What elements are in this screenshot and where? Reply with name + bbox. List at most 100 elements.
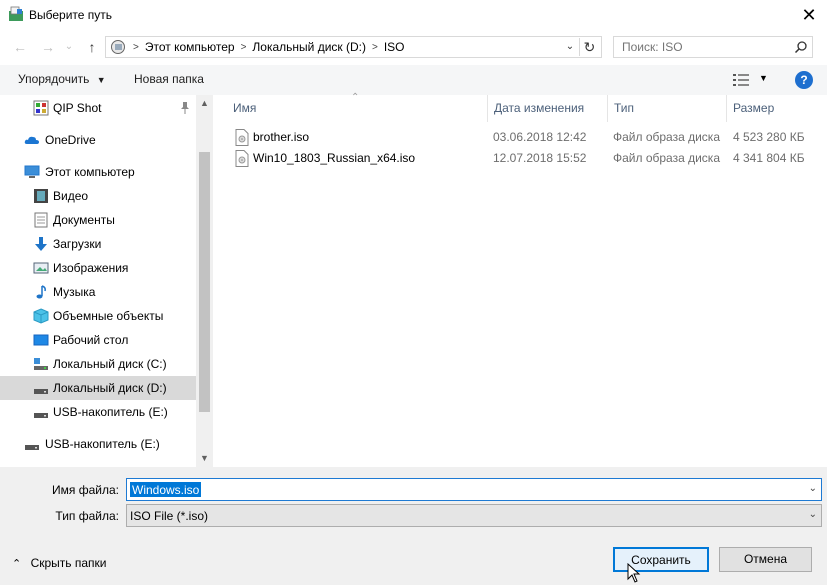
file-size: 4 341 804 КБ xyxy=(733,151,805,165)
sidebar-item-drive-d[interactable]: Локальный диск (D:) xyxy=(0,376,196,400)
disc-image-file-icon xyxy=(235,129,249,146)
breadcrumb-drive-d[interactable]: Локальный диск (D:) xyxy=(252,40,366,54)
sidebar-item-usb-e[interactable]: USB-накопитель (E:) xyxy=(0,400,196,424)
close-button[interactable]: ✕ xyxy=(791,0,827,30)
sidebar-item-video[interactable]: Видео xyxy=(0,184,196,208)
navigation-pane: QIP Shot OneDrive Этот компьютер Видео Д… xyxy=(0,95,196,467)
breadcrumb-this-pc[interactable]: Этот компьютер xyxy=(145,40,235,54)
up-arrow-icon: ↑ xyxy=(88,39,96,55)
file-type: Файл образа диска xyxy=(613,151,720,165)
table-row[interactable]: brother.iso 03.06.2018 12:42 Файл образа… xyxy=(233,127,823,148)
hide-folders-button[interactable]: ⌃ Скрыть папки xyxy=(12,556,106,570)
column-header-label: Тип xyxy=(614,101,635,115)
pin-icon[interactable] xyxy=(180,102,190,114)
desktop-icon xyxy=(33,334,49,346)
sidebar-item-label: Документы xyxy=(53,213,115,227)
computer-icon xyxy=(24,165,40,178)
file-size: 4 523 280 КБ xyxy=(733,130,805,144)
sidebar-item-label: OneDrive xyxy=(45,133,96,147)
column-header-name[interactable]: Имя xyxy=(227,95,488,122)
search-icon xyxy=(794,41,807,54)
3d-objects-icon xyxy=(33,308,49,324)
documents-icon xyxy=(34,212,48,228)
chevron-down-icon[interactable]: ⌄ xyxy=(809,483,817,494)
column-header-type[interactable]: Тип xyxy=(608,95,727,122)
cancel-button[interactable]: Отмена xyxy=(719,547,812,572)
drive-d-icon xyxy=(34,389,48,394)
window-title: Выберите путь xyxy=(29,8,113,22)
search-box[interactable] xyxy=(613,36,813,58)
column-header-date[interactable]: Дата изменения xyxy=(488,95,608,122)
organize-button[interactable]: Упорядочить ▼ xyxy=(18,72,106,86)
help-button[interactable]: ? xyxy=(795,71,813,89)
sidebar-item-label: Рабочий стол xyxy=(53,333,129,347)
forward-button[interactable]: → xyxy=(38,38,58,56)
sidebar-item-documents[interactable]: Документы xyxy=(0,208,196,232)
chevron-down-icon: ⌄ xyxy=(64,41,74,52)
column-header-label: Имя xyxy=(233,101,257,115)
breadcrumb-separator-icon[interactable]: > xyxy=(235,42,253,53)
sidebar-item-music[interactable]: Музыка xyxy=(0,280,196,304)
mouse-cursor-icon xyxy=(627,563,641,583)
file-date: 12.07.2018 15:52 xyxy=(493,151,587,165)
help-icon: ? xyxy=(800,73,808,87)
chevron-down-icon: ⌄ xyxy=(808,509,817,520)
change-view-button[interactable]: ▼ xyxy=(731,72,771,88)
qip-shot-icon xyxy=(33,100,49,116)
sidebar-item-drive-c[interactable]: Локальный диск (C:) xyxy=(0,352,196,376)
up-button[interactable]: ↑ xyxy=(82,38,102,56)
sidebar-item-usb-e-root[interactable]: USB-накопитель (E:) xyxy=(0,432,196,456)
filetype-select[interactable]: ISO File (*.iso) ⌄ xyxy=(126,504,822,527)
table-row[interactable]: Win10_1803_Russian_x64.iso 12.07.2018 15… xyxy=(233,148,823,169)
hide-folders-label: Скрыть папки xyxy=(30,556,107,570)
sidebar-item-pictures[interactable]: Изображения xyxy=(0,256,196,280)
sidebar-item-label: QIP Shot xyxy=(53,101,102,115)
pictures-icon xyxy=(33,262,49,274)
sidebar-item-desktop[interactable]: Рабочий стол xyxy=(0,328,196,352)
sidebar-item-downloads[interactable]: Загрузки xyxy=(0,232,196,256)
address-bar[interactable]: > Этот компьютер > Локальный диск (D:) >… xyxy=(105,36,602,58)
back-button[interactable]: ← xyxy=(10,38,30,56)
sidebar-item-label: Загрузки xyxy=(53,237,102,251)
drive-c-icon xyxy=(34,358,48,370)
breadcrumb-iso[interactable]: ISO xyxy=(384,40,405,54)
file-type: Файл образа диска xyxy=(613,130,720,144)
close-icon: ✕ xyxy=(801,4,817,25)
file-list: ⌃ Имя Дата изменения Тип Размер brother.… xyxy=(213,92,827,467)
usb-drive-icon xyxy=(25,445,39,450)
refresh-button[interactable]: ↻ xyxy=(579,38,599,56)
disc-image-file-icon xyxy=(235,150,249,167)
sidebar-item-qip-shot[interactable]: QIP Shot xyxy=(0,96,196,120)
save-panel: Имя файла: Windows.iso ⌄ Тип файла: ISO … xyxy=(0,467,827,585)
sidebar-item-label: Этот компьютер xyxy=(45,165,135,179)
sidebar-item-label: Локальный диск (C:) xyxy=(53,357,167,371)
filename-value[interactable]: Windows.iso xyxy=(130,482,202,497)
video-icon xyxy=(34,189,48,203)
scroll-up-icon[interactable]: ▲ xyxy=(196,95,213,112)
sidebar-item-label: Музыка xyxy=(53,285,96,299)
breadcrumb: > Этот компьютер > Локальный диск (D:) >… xyxy=(133,40,405,54)
scrollbar-thumb[interactable] xyxy=(199,152,210,412)
details-view-icon xyxy=(733,74,749,86)
filetype-label: Тип файла: xyxy=(55,509,119,523)
filename-field[interactable]: Windows.iso ⌄ xyxy=(126,478,822,501)
app-icon xyxy=(9,6,23,21)
search-input[interactable] xyxy=(614,37,788,57)
onedrive-icon xyxy=(24,136,39,144)
sidebar-item-onedrive[interactable]: OneDrive xyxy=(0,128,196,152)
chevron-up-icon: ⌃ xyxy=(12,558,22,570)
scroll-down-icon[interactable]: ▼ xyxy=(196,450,213,467)
breadcrumb-separator-icon[interactable]: > xyxy=(366,42,384,53)
recent-locations-button[interactable]: ⌄ xyxy=(62,38,76,56)
column-header-size[interactable]: Размер xyxy=(727,95,827,122)
filename-label: Имя файла: xyxy=(52,483,119,497)
breadcrumb-separator-icon: > xyxy=(133,41,139,53)
sidebar-item-3d-objects[interactable]: Объемные объекты xyxy=(0,304,196,328)
navigation-scrollbar[interactable]: ▲ ▼ xyxy=(196,95,213,467)
sidebar-item-label: Изображения xyxy=(53,261,129,275)
address-dropdown-button[interactable]: ⌄ xyxy=(563,39,577,55)
sidebar-item-this-pc[interactable]: Этот компьютер xyxy=(0,160,196,184)
sidebar-item-label: USB-накопитель (E:) xyxy=(45,437,160,451)
chevron-down-icon: ⌄ xyxy=(565,41,575,52)
new-folder-button[interactable]: Новая папка xyxy=(134,72,204,86)
